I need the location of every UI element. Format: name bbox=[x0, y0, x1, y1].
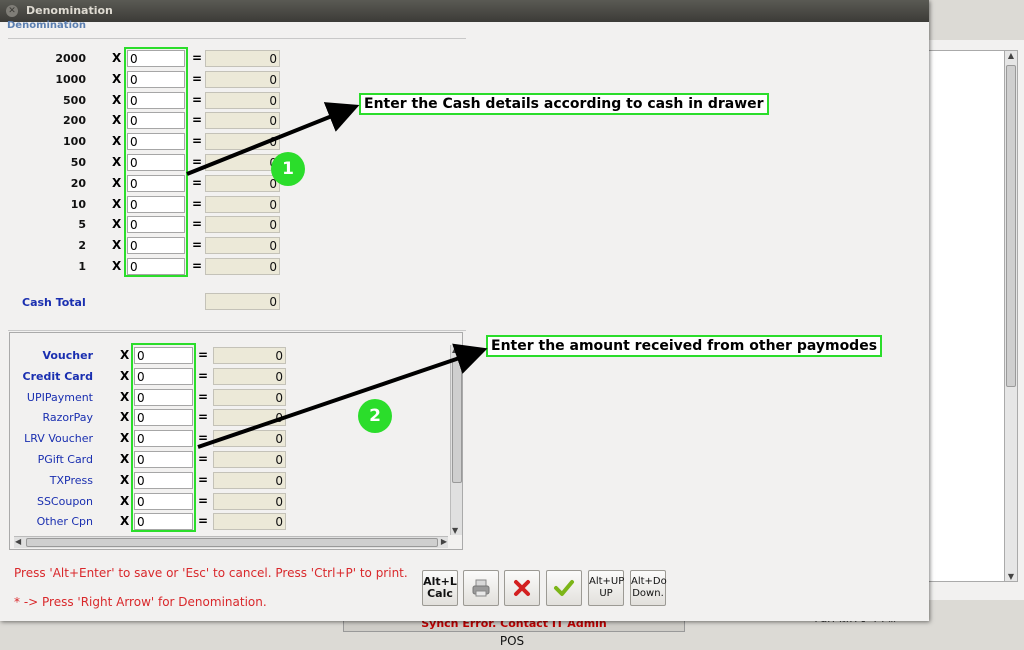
scroll-down-arrow-icon[interactable]: ▼ bbox=[1005, 572, 1017, 581]
scroll-thumb[interactable] bbox=[1006, 65, 1016, 387]
arrow-2 bbox=[197, 343, 488, 449]
background-text-area[interactable] bbox=[929, 50, 1005, 582]
arrow-1 bbox=[186, 102, 360, 176]
denomination-dialog: ✕ Denomination Denomination 2000 X 0 = 0… bbox=[0, 0, 929, 621]
scroll-up-arrow-icon[interactable]: ▲ bbox=[1005, 51, 1017, 60]
annotation-arrows bbox=[186, 102, 488, 449]
pos-status-label: POS bbox=[499, 634, 525, 648]
background-scrollbar[interactable]: ▲ ▼ bbox=[1004, 50, 1018, 582]
